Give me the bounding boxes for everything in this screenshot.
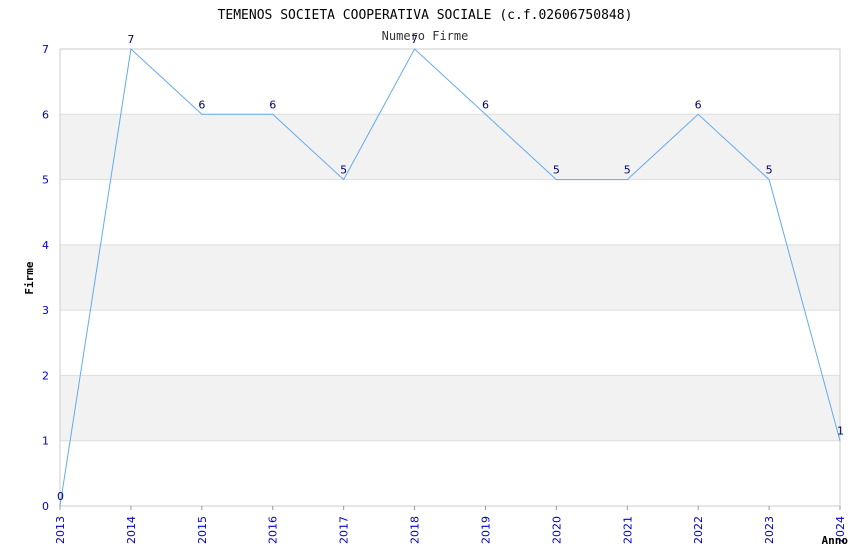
x-tick-label: 2014: [125, 516, 138, 544]
x-tick-label: 2013: [54, 516, 67, 544]
y-tick-label: 2: [42, 369, 49, 382]
x-tick-label: 2016: [267, 516, 280, 544]
y-tick-label: 1: [42, 435, 49, 448]
y-tick-label: 0: [42, 500, 49, 513]
y-axis-label: Firme: [23, 261, 36, 294]
data-label: 5: [624, 164, 631, 177]
x-tick-label: 2023: [763, 516, 776, 544]
grid-band: [60, 114, 840, 180]
line-chart: 0 1 2 3 4 5 6 7 2013 2014 2015 2016 2017 2018 2019 202…: [23, 8, 849, 547]
data-label: 5: [553, 164, 560, 177]
x-tick-label: 2017: [338, 516, 351, 544]
y-tick-label: 5: [42, 174, 49, 187]
grid-band: [60, 244, 840, 311]
y-tick-label: 7: [42, 43, 49, 56]
data-label: 1: [837, 425, 844, 438]
x-tick-label: 2021: [621, 516, 634, 544]
data-label: 0: [57, 490, 64, 503]
x-axis-label: Anno: [822, 534, 849, 547]
chart-title: TEMENOS SOCIETA COOPERATIVA SOCIALE (c.f…: [218, 8, 633, 23]
data-label: 6: [482, 98, 489, 111]
x-axis-ticks: 2013 2014 2015 2016 2017 2018 2019 2020 2021 2022…: [54, 506, 847, 544]
x-tick-label: 2020: [550, 516, 563, 544]
data-label: 6: [695, 98, 702, 111]
x-tick-label: 2018: [409, 516, 422, 544]
x-tick-label: 2015: [196, 516, 209, 544]
y-axis-ticks: 0 1 2 3 4 5 6 7: [42, 43, 49, 513]
chart-subtitle: Numero Firme: [382, 29, 469, 43]
x-tick-label: 2019: [479, 516, 492, 544]
y-tick-label: 6: [42, 108, 49, 121]
y-tick-label: 3: [42, 304, 49, 317]
data-label: 5: [766, 164, 773, 177]
data-label: 7: [127, 33, 134, 46]
x-tick-label: 2022: [692, 516, 705, 544]
data-label: 6: [269, 98, 276, 111]
data-label: 5: [340, 164, 347, 177]
data-label: 6: [198, 98, 205, 111]
grid-band: [60, 375, 840, 441]
y-tick-label: 4: [42, 239, 49, 252]
grid-bands: [60, 114, 840, 441]
